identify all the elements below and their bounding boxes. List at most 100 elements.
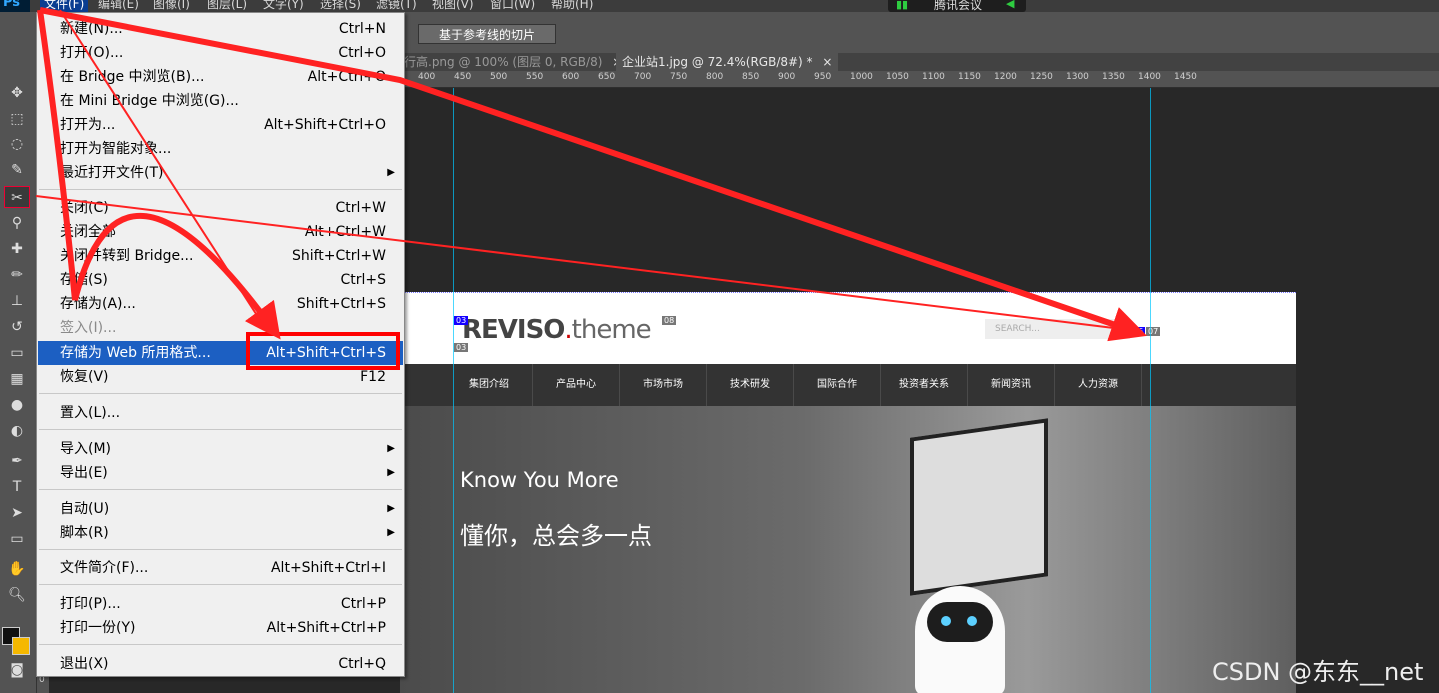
gradient-tool-icon[interactable]: ▦	[4, 368, 30, 390]
meeting-indicator[interactable]: ▮▮ 腾讯会议 ◀	[888, 0, 1026, 12]
menu-item-open-smart-object[interactable]: 打开为智能对象...	[38, 137, 403, 161]
menu-item-label: 新建(N)...	[60, 21, 123, 37]
robot-eye	[941, 616, 951, 626]
menu-item-scripts[interactable]: 脚本(R) ▶	[38, 521, 403, 545]
type-tool-icon[interactable]: T	[4, 476, 30, 498]
menu-item-shortcut: Alt+Shift+Ctrl+I	[270, 560, 386, 576]
brush-tool-icon[interactable]: ✏	[4, 264, 30, 286]
hand-tool-icon[interactable]: ✋	[4, 558, 30, 580]
history-brush-icon[interactable]: ↺	[4, 316, 30, 338]
menu-item-save-as[interactable]: 存储为(A)... Shift+Ctrl+S	[38, 292, 403, 316]
pen-tool-icon[interactable]: ✒	[4, 450, 30, 472]
menu-item-open-as[interactable]: 打开为... Alt+Shift+Ctrl+O	[38, 113, 403, 137]
menu-file[interactable]: 文件(F)	[40, 0, 89, 12]
menu-item-shortcut: Ctrl+P	[340, 596, 386, 612]
ruler-mark: 1000	[850, 72, 873, 82]
stamp-tool-icon[interactable]: ⊥	[4, 290, 30, 312]
ruler-mark: 1250	[1030, 72, 1053, 82]
menu-item-import[interactable]: 导入(M) ▶	[38, 437, 403, 461]
menu-item-browse-bridge[interactable]: 在 Bridge 中浏览(B)... Alt+Ctrl+O	[38, 65, 403, 89]
robot-eye	[967, 616, 977, 626]
tab-close-icon[interactable]: ×	[822, 55, 832, 69]
menu-filter[interactable]: 滤镜(T)	[376, 0, 417, 12]
menu-item-close[interactable]: 关闭(C) Ctrl+W	[38, 196, 403, 220]
menu-separator	[39, 189, 402, 190]
menu-item-browse-mini-bridge[interactable]: 在 Mini Bridge 中浏览(G)...	[38, 89, 403, 113]
document-canvas[interactable]: REVISO.theme SEARCH... 03 03 08 06 07 集团…	[320, 88, 1439, 693]
laptop-image	[910, 418, 1048, 596]
menu-item-automate[interactable]: 自动(U) ▶	[38, 497, 403, 521]
speaker-icon: ◀	[1006, 0, 1015, 10]
ruler-mark: 1400	[1138, 72, 1161, 82]
site-nav-item: 国际合作	[794, 364, 881, 406]
path-select-icon[interactable]: ➤	[4, 502, 30, 524]
submenu-arrow-icon: ▶	[387, 167, 395, 178]
menu-item-new[interactable]: 新建(N)... Ctrl+N	[38, 17, 403, 41]
slice-label: 03	[454, 316, 469, 325]
tab-enterprise-site[interactable]: 企业站1.jpg @ 72.4%(RGB/8#) * ×	[616, 53, 839, 71]
ruler-mark: 1150	[958, 72, 981, 82]
ruler-mark: 400	[418, 72, 436, 82]
quick-mask-icon[interactable]: ◙	[4, 659, 30, 681]
quick-select-tool-icon[interactable]: ✎	[4, 159, 30, 181]
ruler-mark: 1050	[886, 72, 909, 82]
background-color-swatch[interactable]	[12, 637, 30, 655]
menu-item-print[interactable]: 打印(P)... Ctrl+P	[38, 592, 403, 616]
site-nav-item: 集团介绍	[446, 364, 533, 406]
menu-item-recent-files[interactable]: 最近打开文件(T) ▶	[38, 161, 403, 185]
slice-tool-icon[interactable]: ✂	[4, 186, 30, 208]
robot-image	[915, 586, 1005, 693]
ruler-mark: 1100	[922, 72, 945, 82]
menu-item-close-go-bridge[interactable]: 关闭并转到 Bridge... Shift+Ctrl+W	[38, 244, 403, 268]
blur-tool-icon[interactable]: ●	[4, 394, 30, 416]
horizontal-ruler[interactable]: 300 350 400 450 500 550 600 650 700 750 …	[320, 71, 1439, 88]
menu-image[interactable]: 图像(I)	[153, 0, 190, 12]
menu-separator	[39, 584, 402, 585]
menu-item-label: 打开(O)...	[60, 45, 124, 61]
ruler-mark: 800	[706, 72, 724, 82]
submenu-arrow-icon: ▶	[387, 503, 395, 514]
watermark-text: CSDN @东东__net	[1212, 658, 1424, 686]
menu-item-label: 文件简介(F)...	[60, 560, 149, 576]
eyedropper-tool-icon[interactable]: ⚲	[4, 212, 30, 234]
menu-window[interactable]: 窗口(W)	[490, 0, 535, 12]
menu-item-save[interactable]: 存储(S) Ctrl+S	[38, 268, 403, 292]
menu-item-label: 在 Mini Bridge 中浏览(G)...	[60, 93, 239, 109]
hero-chinese-heading: 懂你，总会多一点	[460, 522, 652, 550]
guide-line[interactable]	[453, 88, 454, 693]
menu-item-file-info[interactable]: 文件简介(F)... Alt+Shift+Ctrl+I	[38, 556, 403, 580]
menu-item-close-all[interactable]: 关闭全部 Alt+Ctrl+W	[38, 220, 403, 244]
menu-item-label: 最近打开文件(T)	[60, 165, 164, 181]
move-tool-icon[interactable]: ✥	[4, 82, 30, 104]
menu-view[interactable]: 视图(V)	[432, 0, 474, 12]
menu-item-exit[interactable]: 退出(X) Ctrl+Q	[38, 652, 403, 676]
tools-panel: ✥ ⬚ ◌ ✎ ✂ ⚲ ✚ ✏ ⊥ ↺ ▭ ▦ ● ◐ ✒ T ➤ ▭ ✋ 🔍︎…	[0, 12, 37, 693]
menu-type[interactable]: 文字(Y)	[263, 0, 304, 12]
menu-help[interactable]: 帮助(H)	[551, 0, 593, 12]
ruler-mark: 450	[454, 72, 472, 82]
menu-layer[interactable]: 图层(L)	[207, 0, 247, 12]
slice-label: 07	[1146, 327, 1161, 336]
menu-item-print-one-copy[interactable]: 打印一份(Y) Alt+Shift+Ctrl+P	[38, 616, 403, 640]
dodge-tool-icon[interactable]: ◐	[4, 420, 30, 442]
menu-item-export[interactable]: 导出(E) ▶	[38, 461, 403, 485]
lasso-tool-icon[interactable]: ◌	[4, 133, 30, 155]
eraser-tool-icon[interactable]: ▭	[4, 342, 30, 364]
slice-label: 06	[1131, 327, 1146, 336]
slices-from-guides-button[interactable]: 基于参考线的切片	[418, 24, 556, 44]
shape-tool-icon[interactable]: ▭	[4, 528, 30, 550]
menu-item-label: 脚本(R)	[60, 525, 109, 541]
marquee-tool-icon[interactable]: ⬚	[4, 108, 30, 130]
tab-line-height[interactable]: 行高.png @ 100% (图层 0, RGB/8) ×	[398, 53, 628, 71]
site-nav: 集团介绍 产品中心 市场市场 技术研发 国际合作 投资者关系 新闻资讯 人力资源	[400, 364, 1296, 406]
guide-line[interactable]	[1150, 88, 1151, 693]
site-logo-bold: REVISO	[462, 315, 565, 345]
menu-select[interactable]: 选择(S)	[320, 0, 361, 12]
healing-brush-icon[interactable]: ✚	[4, 238, 30, 260]
menu-item-place[interactable]: 置入(L)...	[38, 401, 403, 425]
menu-edit[interactable]: 编辑(E)	[98, 0, 139, 12]
zoom-tool-icon[interactable]: 🔍︎	[4, 584, 30, 606]
menu-item-label: 存储为 Web 所用格式...	[60, 345, 211, 361]
menu-item-open[interactable]: 打开(O)... Ctrl+O	[38, 41, 403, 65]
site-nav-item: 新闻资讯	[968, 364, 1055, 406]
